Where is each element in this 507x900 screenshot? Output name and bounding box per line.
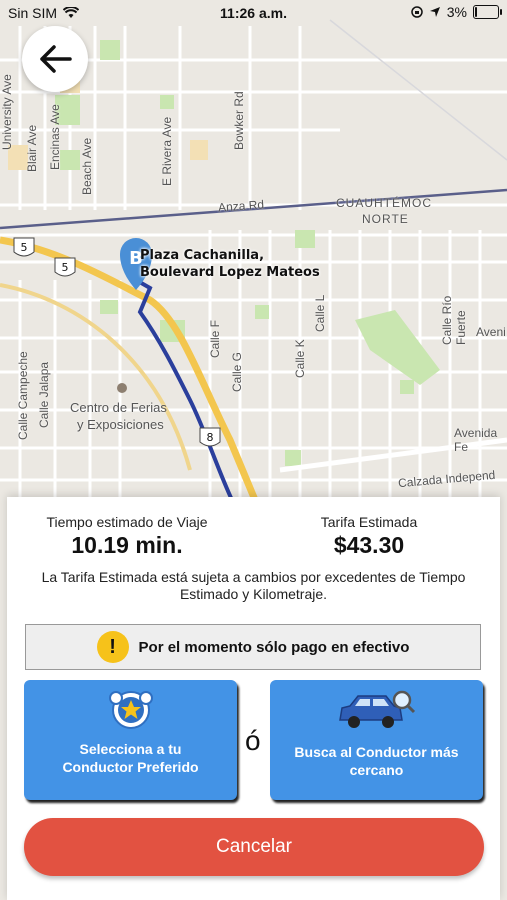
svg-text:5: 5 <box>21 241 28 254</box>
estimated-time-value: 10.19 min. <box>71 532 183 558</box>
street-label: University Ave <box>0 74 14 150</box>
battery-percent: 3% <box>446 4 467 20</box>
location-arrow-icon <box>429 7 440 17</box>
orientation-lock-icon <box>411 6 423 18</box>
cancel-button[interactable]: Cancelar <box>24 818 484 876</box>
destination-label: Plaza Cachanilla, Boulevard Lopez Mateos <box>140 248 320 280</box>
estimated-time-label: Tiempo estimado de Viaje <box>46 514 208 530</box>
estimated-fare-label: Tarifa Estimada <box>320 514 418 530</box>
exclamation-icon: ! <box>96 631 129 663</box>
payment-notice: ! Por el momento sólo pago en efectivo <box>25 624 481 670</box>
fare-disclaimer: La Tarifa Estimada está sujeta a cambios… <box>41 569 466 602</box>
street-label: Beach Ave <box>80 137 94 195</box>
estimated-time: Tiempo estimado de Viaje 10.19 min. <box>7 514 247 559</box>
battery-icon <box>473 5 502 19</box>
car-search-icon <box>339 690 416 728</box>
street-label: Calle F <box>208 319 222 358</box>
district-label: NORTE <box>362 212 409 226</box>
estimated-fare-value: $43.30 <box>333 532 405 558</box>
back-button[interactable] <box>22 26 88 92</box>
payment-notice-text: Por el momento sólo pago en efectivo <box>138 638 410 656</box>
svg-text:8: 8 <box>207 431 214 444</box>
trip-summary-panel: Tiempo estimado de Viaje 10.19 min. Tari… <box>7 497 500 900</box>
street-label: Aveni <box>476 325 506 339</box>
street-label: Calle Jalapa <box>37 361 51 428</box>
poi-icon <box>117 383 127 393</box>
status-bar: Sin SIM 11:26 a.m. 3% <box>0 0 507 26</box>
street-label: Blair Ave <box>25 124 39 172</box>
preferred-driver-button[interactable]: Selecciona a tu Conductor Preferido <box>24 680 237 800</box>
street-label: Calle G <box>230 351 244 392</box>
street-label: Calle Río Fuerte <box>440 295 468 345</box>
street-label: E Rivera Ave <box>160 116 174 186</box>
star-badge-icon <box>109 691 153 729</box>
or-label: ó <box>245 725 261 756</box>
street-label: Calle L <box>313 294 327 332</box>
street-label: Bowker Rd <box>232 91 246 150</box>
poi-label: Centro de Ferias <box>70 400 167 415</box>
arrow-left-icon <box>40 45 72 73</box>
estimated-fare: Tarifa Estimada $43.30 <box>249 514 489 559</box>
street-label: Avenida Fe <box>454 426 498 454</box>
street-label: Calle K <box>293 339 307 378</box>
district-label: CUAUHTÉMOC <box>336 196 432 210</box>
street-label: Encinas Ave <box>48 104 62 170</box>
poi-label: y Exposiciones <box>77 417 164 432</box>
nearest-driver-button[interactable]: Busca al Conductor más cercano <box>270 680 483 800</box>
svg-text:5: 5 <box>62 261 69 274</box>
street-label: Calle Campeche <box>16 351 30 440</box>
